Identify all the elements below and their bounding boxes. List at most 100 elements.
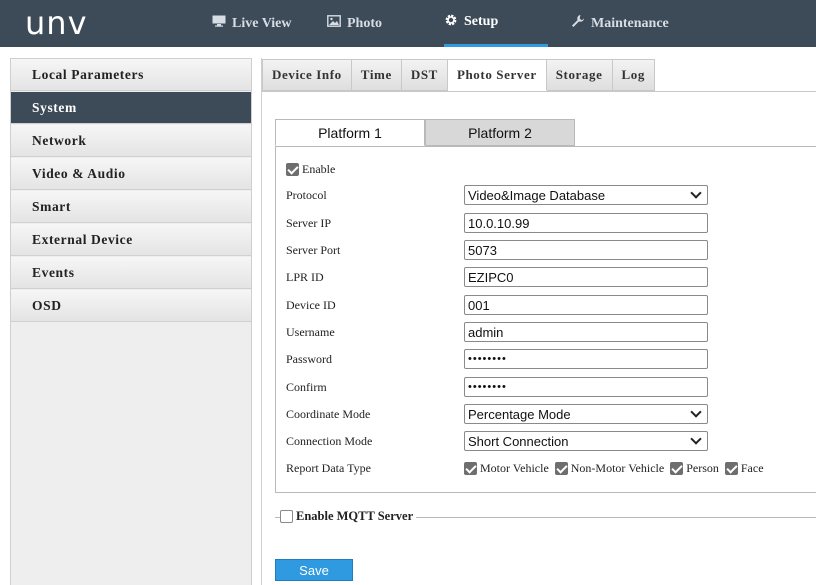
username-input[interactable]: admin — [464, 322, 708, 342]
lpr-id-row: LPR ID — [286, 267, 324, 287]
motor-vehicle-checkbox[interactable] — [464, 461, 477, 475]
sidebar-item-label: Network — [32, 132, 87, 148]
chevron-down-icon — [690, 187, 702, 199]
server-ip-value: 10.0.10.99 — [468, 215, 530, 231]
mqtt-label: Enable MQTT Server — [296, 509, 414, 523]
sidebar-item-label: OSD — [32, 297, 62, 313]
tab-device-info[interactable]: Device Info — [262, 59, 352, 91]
username-label: Username — [286, 324, 335, 339]
nav-live-view[interactable]: Live View — [212, 0, 292, 47]
nav-photo[interactable]: Photo — [327, 0, 382, 47]
coordinate-mode-value: Percentage Mode — [468, 406, 571, 422]
password-input[interactable]: •••••••• — [464, 349, 708, 369]
password-row: Password — [286, 349, 332, 369]
sidebar-item-label: Local Parameters — [32, 66, 144, 82]
sidebar: Local Parameters System Network Video & … — [10, 58, 252, 585]
tab-platform-2[interactable]: Platform 2 — [425, 119, 575, 146]
sidebar-item-label: Video & Audio — [32, 165, 126, 181]
sidebar-item-label: System — [32, 99, 77, 115]
protocol-label: Protocol — [286, 187, 327, 202]
username-value: admin — [468, 324, 504, 340]
tab-time[interactable]: Time — [351, 59, 402, 91]
sidebar-item-external-device[interactable]: External Device — [11, 224, 251, 256]
person-checkbox[interactable] — [670, 461, 684, 475]
device-id-row: Device ID — [286, 295, 336, 315]
device-id-input[interactable]: 001 — [464, 295, 708, 315]
username-row: Username — [286, 322, 335, 342]
monitor-icon — [212, 15, 226, 32]
option-label: Motor Vehicle — [480, 460, 549, 475]
password-value: •••••••• — [468, 353, 507, 365]
top-bar: UNV Live View Photo Setup Maintenance — [0, 0, 816, 47]
sidebar-item-events[interactable]: Events — [11, 257, 251, 289]
report-data-type-options: Motor Vehicle Non-Motor Vehicle Person F… — [464, 458, 770, 478]
nav-maintenance[interactable]: Maintenance — [571, 0, 669, 47]
option-motor-vehicle[interactable]: Motor Vehicle — [464, 461, 549, 476]
mqtt-toggle[interactable]: Enable MQTT Server — [280, 509, 417, 524]
option-label: Person — [686, 460, 719, 475]
server-ip-row: Server IP — [286, 213, 331, 233]
enable-row: Enable — [286, 159, 335, 179]
confirm-input[interactable]: •••••••• — [464, 377, 708, 397]
sidebar-item-label: Smart — [32, 198, 71, 214]
report-data-type-label: Report Data Type — [286, 460, 371, 475]
confirm-row: Confirm — [286, 377, 327, 397]
tab-storage[interactable]: Storage — [546, 59, 613, 91]
coordinate-mode-select[interactable]: Percentage Mode — [464, 404, 708, 424]
lpr-id-input[interactable]: EZIPC0 — [464, 267, 708, 287]
sidebar-item-smart[interactable]: Smart — [11, 191, 251, 223]
face-checkbox[interactable] — [724, 461, 738, 475]
option-face[interactable]: Face — [724, 460, 764, 476]
nav-setup[interactable]: Setup — [444, 0, 548, 47]
password-label: Password — [286, 351, 333, 366]
wrench-icon — [571, 14, 585, 33]
tab-platform-1[interactable]: Platform 1 — [275, 119, 425, 146]
nav-setup-label: Setup — [464, 14, 499, 29]
device-id-value: 001 — [468, 297, 490, 313]
report-data-type-row: Report Data Type — [286, 458, 371, 478]
confirm-value: •••••••• — [468, 381, 507, 393]
sidebar-item-video-audio[interactable]: Video & Audio — [11, 158, 251, 190]
connection-mode-label: Connection Mode — [286, 433, 373, 448]
server-ip-input[interactable]: 10.0.10.99 — [464, 213, 708, 233]
sidebar-item-osd[interactable]: OSD — [11, 290, 251, 322]
save-button[interactable]: Save — [275, 559, 353, 581]
tab-photo-server[interactable]: Photo Server — [447, 59, 547, 91]
connection-mode-select[interactable]: Short Connection — [464, 431, 708, 451]
connection-mode-row: Connection Mode — [286, 431, 372, 451]
chevron-down-icon — [690, 406, 702, 418]
top-divider — [0, 47, 816, 50]
mqtt-checkbox[interactable] — [280, 510, 293, 523]
chevron-down-icon — [690, 433, 702, 445]
non-motor-vehicle-checkbox[interactable] — [554, 461, 568, 475]
tabs-divider — [262, 91, 816, 92]
option-non-motor-vehicle[interactable]: Non-Motor Vehicle — [554, 461, 664, 476]
connection-mode-value: Short Connection — [468, 433, 569, 449]
protocol-select[interactable]: Video&Image Database — [464, 185, 708, 205]
device-id-label: Device ID — [286, 297, 336, 312]
nav-photo-label: Photo — [347, 15, 382, 31]
system-tabs: Device Info Time DST Photo Server Storag… — [262, 59, 655, 91]
coordinate-mode-label: Coordinate Mode — [286, 406, 371, 421]
option-person[interactable]: Person — [670, 461, 719, 476]
unv-logo: UNV — [25, 4, 88, 42]
image-icon — [327, 15, 341, 32]
platform-panel: Enable Protocol Video&Image Database Ser… — [275, 146, 816, 493]
protocol-row: Protocol — [286, 185, 327, 205]
tab-dst[interactable]: DST — [401, 59, 448, 91]
option-label: Face — [740, 460, 764, 475]
lpr-id-value: EZIPC0 — [468, 269, 514, 285]
server-port-input[interactable]: 5073 — [464, 240, 708, 260]
sidebar-item-local-parameters[interactable]: Local Parameters — [11, 59, 251, 91]
confirm-label: Confirm — [286, 379, 327, 394]
enable-label: Enable — [302, 161, 336, 176]
coordinate-mode-row: Coordinate Mode — [286, 404, 370, 424]
tab-log[interactable]: Log — [612, 59, 655, 91]
enable-checkbox[interactable] — [286, 162, 299, 176]
nav-maintenance-label: Maintenance — [591, 15, 669, 31]
server-port-row: Server Port — [286, 240, 340, 260]
content-area: Device Info Time DST Photo Server Storag… — [261, 58, 816, 585]
sidebar-item-system[interactable]: System — [11, 92, 251, 124]
sidebar-item-label: Events — [32, 264, 75, 280]
sidebar-item-network[interactable]: Network — [11, 125, 251, 157]
